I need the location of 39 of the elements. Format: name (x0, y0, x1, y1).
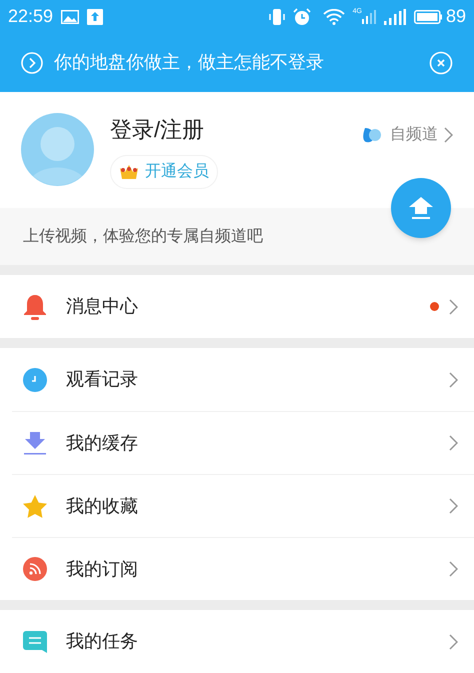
alarm-icon (292, 8, 311, 26)
chevron-right-icon (449, 372, 458, 388)
signal-icon (384, 8, 406, 24)
upload-icon (408, 196, 434, 220)
image-icon (61, 10, 80, 24)
chevron-right-icon (449, 634, 458, 650)
star-icon (22, 494, 48, 518)
message-icon (23, 630, 47, 652)
vibrate-icon (268, 8, 285, 26)
chevron-right-icon (444, 127, 453, 143)
menu-item[interactable]: 我的收藏 (12, 474, 474, 537)
rss-icon (23, 557, 47, 581)
channel-link[interactable]: 自频道 (362, 120, 453, 150)
chevron-right-icon (449, 435, 458, 451)
battery-icon (414, 10, 442, 24)
wifi-icon (322, 8, 345, 24)
chevron-right-icon (449, 561, 458, 577)
signal-icon (362, 10, 376, 24)
menu-item[interactable]: 消息中心 (0, 275, 474, 338)
menu-item[interactable]: 观看记录 (0, 348, 474, 411)
chevron-circle-icon (21, 52, 43, 74)
menu-item[interactable]: 我的缓存 (12, 411, 474, 474)
chevron-right-icon (449, 298, 458, 314)
upload-hint: 上传视频，体验您的专属自频道吧 (23, 226, 263, 246)
clock-icon (23, 368, 47, 392)
upload-icon (87, 8, 104, 24)
login-register-link[interactable]: 登录/注册 (110, 115, 218, 145)
chevron-right-icon (449, 498, 458, 514)
banner-text: 你的地盘你做主，做主怎能不登录 (54, 51, 324, 74)
close-icon[interactable] (429, 50, 453, 74)
avatar[interactable] (21, 113, 94, 186)
download-icon (23, 431, 47, 455)
menu-item[interactable]: 我的任务 (0, 610, 474, 673)
status-time: 22:59 (8, 5, 54, 28)
upload-button[interactable] (391, 178, 451, 238)
battery-level: 89 (446, 5, 466, 28)
leaf-icon (362, 126, 382, 144)
bell-icon (23, 294, 47, 320)
crown-icon (119, 164, 139, 180)
